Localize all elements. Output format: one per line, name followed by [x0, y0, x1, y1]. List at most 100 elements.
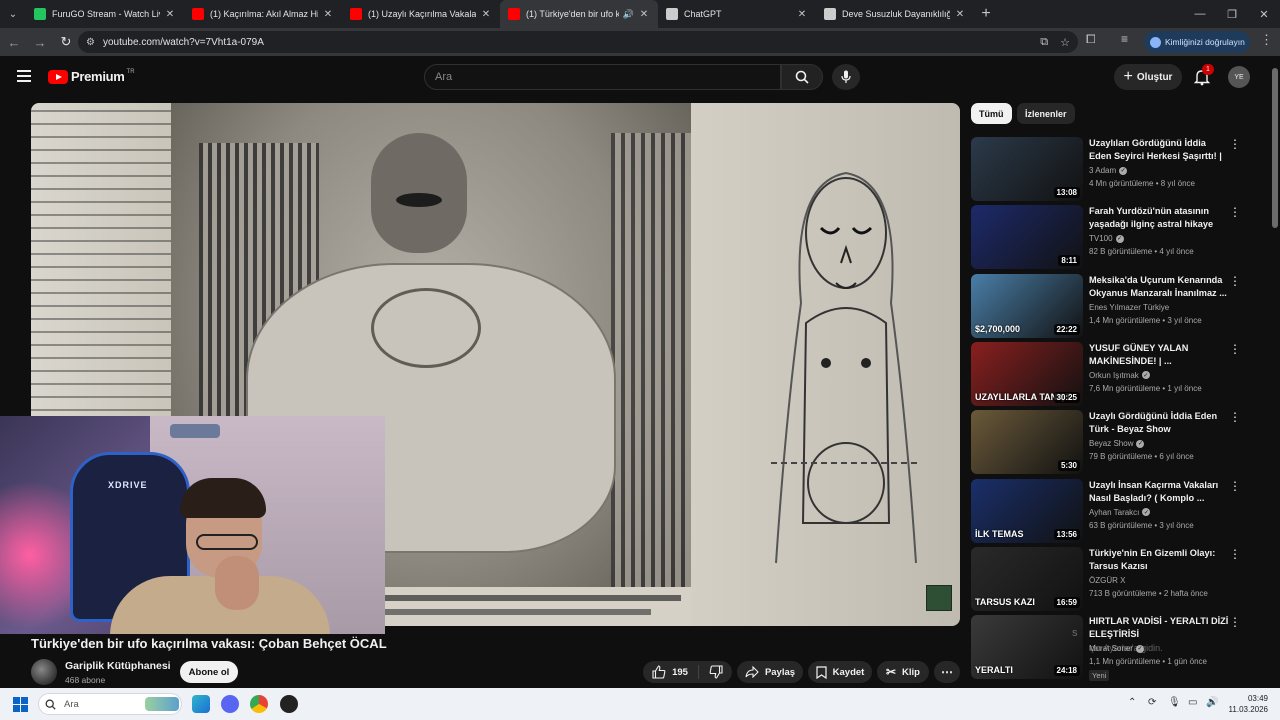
- url-omnibox[interactable]: ⚙ youtube.com/watch?v=7Vht1a-079A ⧉ ☆: [78, 31, 1078, 53]
- install-app-icon[interactable]: ⧉: [1040, 36, 1048, 49]
- tray-mic-icon[interactable]: 🎙: [1168, 697, 1181, 708]
- search-input[interactable]: Ara: [424, 64, 781, 90]
- site-info-icon[interactable]: ⚙: [86, 37, 95, 48]
- recommended-video-title[interactable]: Uzaylı İnsan Kaçırma Vakaları Nasıl Başl…: [1089, 479, 1229, 505]
- tray-display-icon[interactable]: ▭: [1188, 697, 1197, 708]
- video-thumbnail[interactable]: İLK TEMAS 13:56: [971, 478, 1083, 543]
- windows-start-icon[interactable]: [13, 697, 28, 712]
- recommended-video[interactable]: 5:30 Uzaylı Gördüğünü İddia Eden Türk - B…: [971, 410, 1261, 475]
- tab-audio-icon[interactable]: 🔊: [623, 9, 634, 20]
- browser-tab[interactable]: (1) Türkiye'den bir ufo kaçır 🔊 ✕: [500, 0, 658, 28]
- restore-icon[interactable]: ❐: [1216, 0, 1248, 28]
- tab-search-chevron-icon[interactable]: ⌄: [0, 0, 26, 28]
- tray-sync-icon[interactable]: ⟳: [1148, 697, 1156, 708]
- dislike-thumb-icon[interactable]: [709, 665, 723, 679]
- copilot-app-icon[interactable]: [192, 695, 210, 713]
- discord-app-icon[interactable]: [221, 695, 239, 713]
- clip-button[interactable]: ✂ Klip: [877, 661, 929, 683]
- save-button[interactable]: Kaydet: [808, 661, 872, 683]
- chrome-app-icon[interactable]: [250, 695, 268, 713]
- voice-search-button[interactable]: [832, 64, 860, 90]
- youtube-logo[interactable]: Premium TR: [48, 69, 135, 84]
- recommended-video-title[interactable]: Uzaylıları Gördüğünü İddia Eden Seyirci …: [1089, 137, 1229, 164]
- recommended-channel[interactable]: Beyaz Show ✓: [1089, 439, 1145, 448]
- chip-watched[interactable]: İzlenenler: [1017, 103, 1075, 124]
- recommended-channel[interactable]: Ayhan Tarakcı ✓: [1089, 508, 1151, 517]
- recommended-channel[interactable]: 3 Adam ✓: [1089, 166, 1128, 175]
- tray-volume-icon[interactable]: 🔊: [1206, 697, 1218, 708]
- back-arrow-icon[interactable]: ←: [2, 30, 26, 54]
- channel-name[interactable]: Gariplik Kütüphanesi: [65, 660, 171, 672]
- more-vertical-icon[interactable]: ⋮: [1229, 342, 1241, 356]
- recommended-channel[interactable]: Enes Yılmazer Türkiye: [1089, 303, 1169, 312]
- more-vertical-icon[interactable]: ⋮: [1229, 137, 1241, 151]
- recommended-video-title[interactable]: Uzaylı Gördüğünü İddia Eden Türk - Beyaz…: [1089, 410, 1229, 436]
- video-thumbnail[interactable]: UZAYLILARLA TANIŞT 30:25: [971, 341, 1083, 406]
- browser-menu-icon[interactable]: ⋮: [1260, 32, 1273, 48]
- recommended-video[interactable]: $2,700,000 22:22 Meksika'da Uçurum Kenarın…: [971, 273, 1261, 338]
- chip-all[interactable]: Tümü: [971, 103, 1012, 124]
- like-count[interactable]: 195: [672, 667, 688, 678]
- more-vertical-icon[interactable]: ⋮: [1229, 479, 1241, 493]
- video-thumbnail[interactable]: 13:08: [971, 137, 1083, 201]
- minimize-icon[interactable]: —: [1184, 0, 1216, 28]
- forward-arrow-icon[interactable]: →: [28, 30, 52, 54]
- share-button[interactable]: Paylaş: [737, 661, 803, 683]
- recommended-video-title[interactable]: Meksika'da Uçurum Kenarında Okyanus Manz…: [1089, 274, 1229, 300]
- close-window-icon[interactable]: ✕: [1248, 0, 1280, 28]
- more-vertical-icon[interactable]: ⋮: [1229, 615, 1241, 629]
- browser-tab[interactable]: FuruGO Stream - Watch Live o ✕: [26, 0, 184, 28]
- search-button[interactable]: [781, 64, 823, 90]
- recommended-channel[interactable]: ÖZGÜR X: [1089, 576, 1125, 585]
- browser-tab[interactable]: ChatGPT ✕: [658, 0, 816, 28]
- create-button[interactable]: + Oluştur: [1114, 64, 1182, 90]
- browser-tab[interactable]: (1) Kaçırılma: Akıl Almaz Hikaye ✕: [184, 0, 342, 28]
- channel-avatar[interactable]: [31, 659, 57, 685]
- obs-app-icon[interactable]: [280, 695, 298, 713]
- more-vertical-icon[interactable]: ⋮: [1229, 547, 1241, 561]
- tab-close-icon[interactable]: ✕: [164, 9, 176, 20]
- more-actions-button[interactable]: ⋯: [934, 661, 960, 683]
- reading-list-icon[interactable]: ≡: [1121, 32, 1128, 46]
- more-vertical-icon[interactable]: ⋮: [1229, 205, 1241, 219]
- browser-tab[interactable]: Deve Susuzluk Dayanıklılığı ✕: [816, 0, 974, 28]
- video-thumbnail[interactable]: YERALTI 24:18: [971, 615, 1083, 680]
- page-scrollbar[interactable]: [1270, 56, 1280, 688]
- taskbar-search-box[interactable]: Ara: [38, 693, 182, 715]
- tab-close-icon[interactable]: ✕: [638, 9, 650, 20]
- video-thumbnail[interactable]: 5:30: [971, 410, 1083, 475]
- recommended-channel[interactable]: Orkun Işıtmak ✓: [1089, 371, 1150, 380]
- tray-chevron-icon[interactable]: ⌃: [1128, 697, 1136, 708]
- subscribe-button[interactable]: Abone ol: [180, 661, 238, 683]
- reload-icon[interactable]: ↻: [54, 30, 78, 54]
- recommended-channel[interactable]: TV100 ✓: [1089, 234, 1124, 243]
- tab-close-icon[interactable]: ✕: [796, 9, 808, 20]
- video-thumbnail[interactable]: 8:11: [971, 205, 1083, 270]
- taskbar-clock[interactable]: 03:49 11.03.2026: [1222, 693, 1268, 715]
- recommended-video[interactable]: TARSUS KAZI 16:59 Türkiye'nin En Gizemli O…: [971, 546, 1261, 611]
- recommended-video[interactable]: 8:11 Farah Yurdözü'nün atasının yaşadağı …: [971, 205, 1261, 270]
- more-vertical-icon[interactable]: ⋮: [1229, 410, 1241, 424]
- tab-close-icon[interactable]: ✕: [480, 9, 492, 20]
- more-vertical-icon[interactable]: ⋮: [1229, 274, 1241, 288]
- recommended-video[interactable]: UZAYLILARLA TANIŞT 30:25 YUSUF GÜNEY YALAN…: [971, 341, 1261, 406]
- recommended-video[interactable]: İLK TEMAS 13:56 Uzaylı İnsan Kaçırma Vakal…: [971, 478, 1261, 543]
- recommended-video-title[interactable]: HIRTLAR VADİSİ - YERALTI DİZİ ELEŞTİRİSİ: [1089, 615, 1229, 641]
- recommended-video[interactable]: 13:08 Uzaylıları Gördüğünü İddia Eden Sey…: [971, 137, 1261, 201]
- recommended-video-title[interactable]: Türkiye'nin En Gizemli Olayı: Tarsus Kaz…: [1089, 547, 1229, 573]
- extensions-puzzle-icon[interactable]: ⧠: [1086, 32, 1096, 47]
- account-avatar[interactable]: YE: [1228, 66, 1250, 88]
- player-overlay-widget[interactable]: [926, 585, 952, 611]
- like-thumb-icon[interactable]: [652, 665, 666, 679]
- verify-identity-button[interactable]: Kimliğinizi doğrulayın: [1144, 31, 1250, 53]
- tab-close-icon[interactable]: ✕: [322, 9, 334, 20]
- browser-tab[interactable]: (1) Uzaylı Kaçırılma Vakaları: Ge ✕: [342, 0, 500, 28]
- tab-close-icon[interactable]: ✕: [954, 9, 966, 20]
- recommended-video-title[interactable]: Farah Yurdözü'nün atasının yaşadağı ilgi…: [1089, 205, 1229, 231]
- recommended-video-title[interactable]: YUSUF GÜNEY YALAN MAKİNESİNDE! | ...: [1089, 342, 1229, 368]
- scrollbar-thumb[interactable]: [1272, 68, 1278, 228]
- video-thumbnail[interactable]: TARSUS KAZI 16:59: [971, 546, 1083, 611]
- menu-hamburger-icon[interactable]: [17, 70, 31, 82]
- video-thumbnail[interactable]: $2,700,000 22:22: [971, 273, 1083, 338]
- bookmark-star-icon[interactable]: ☆: [1060, 36, 1070, 49]
